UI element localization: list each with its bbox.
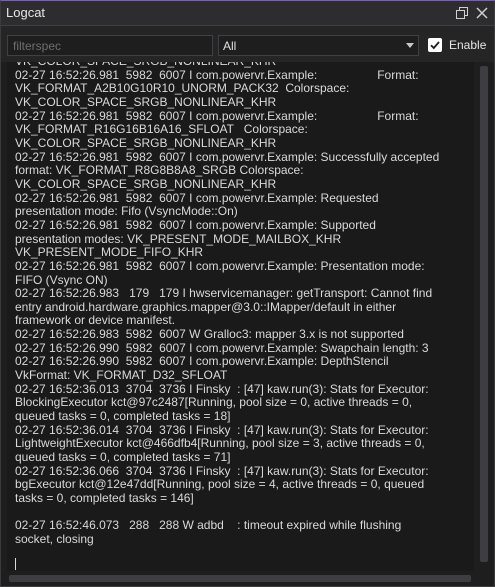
enable-label: Enable — [449, 38, 487, 52]
log-level-select[interactable]: All — [218, 35, 419, 56]
vertical-scrollbar[interactable] — [477, 62, 491, 571]
log-output-textarea[interactable]: VK_COLOR_SPACE_SRGB_NONLINEAR_KHR 02-27 … — [7, 62, 474, 571]
title-bar: Logcat — [1, 1, 494, 26]
text-cursor — [15, 558, 16, 570]
log-level-value: All — [223, 39, 237, 53]
close-button[interactable] — [473, 4, 491, 22]
window-title: Logcat — [6, 5, 46, 20]
toolbar: All Enable — [1, 26, 494, 62]
checkmark-icon — [430, 41, 440, 50]
horizontal-scrollbar-thumb[interactable] — [9, 575, 471, 582]
enable-checkbox[interactable] — [428, 38, 442, 52]
restore-window-button[interactable] — [453, 4, 471, 22]
horizontal-scrollbar[interactable] — [7, 573, 476, 584]
filterspec-input[interactable] — [7, 35, 213, 56]
logcat-window: Logcat All Enable VK_COLOR_SPACE_SRGB_NO… — [0, 0, 495, 587]
close-icon — [476, 7, 488, 19]
log-text: VK_COLOR_SPACE_SRGB_NONLINEAR_KHR 02-27 … — [15, 62, 440, 546]
vertical-scrollbar-thumb[interactable] — [480, 66, 488, 562]
restore-window-icon — [456, 7, 468, 19]
chevron-down-icon — [406, 43, 414, 48]
